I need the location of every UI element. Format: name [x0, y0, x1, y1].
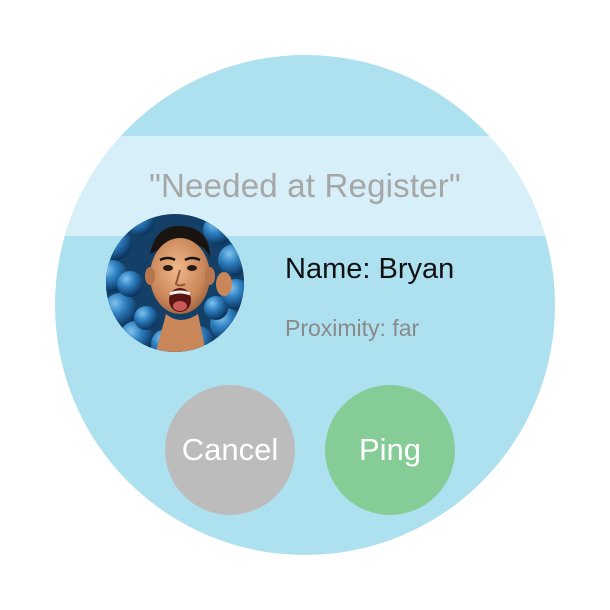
cancel-button[interactable]: Cancel: [165, 385, 295, 515]
avatar-photo: [106, 214, 244, 352]
avatar: [106, 214, 244, 352]
ping-button[interactable]: Ping: [325, 385, 455, 515]
contact-proximity: Proximity: far: [285, 315, 420, 341]
message-text: "Needed at Register": [149, 167, 461, 204]
message-banner: "Needed at Register": [55, 136, 555, 236]
contact-name: Name: Bryan: [285, 253, 455, 285]
watch-face: "Needed at Register" Name: Bryan Proximi…: [55, 55, 555, 555]
